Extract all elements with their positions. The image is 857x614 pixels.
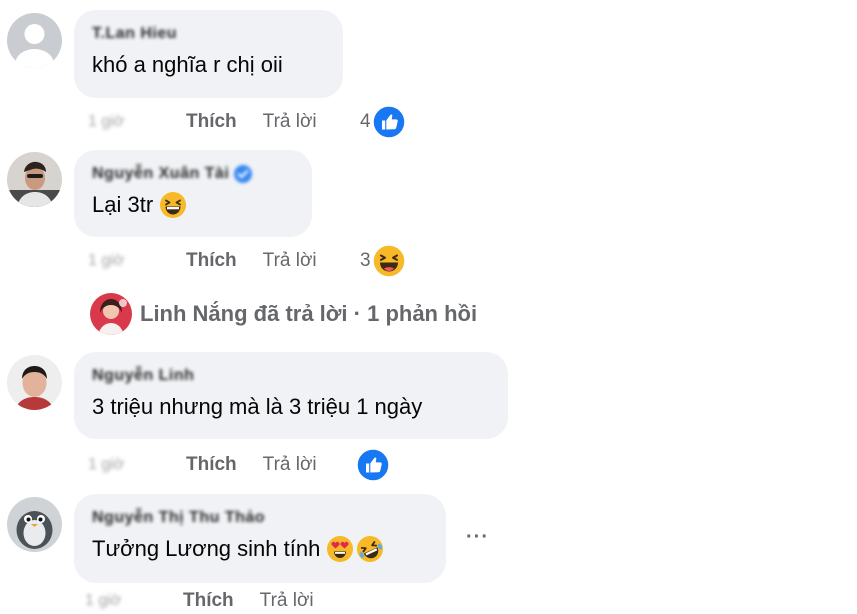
laughing-emoji-icon bbox=[160, 192, 187, 218]
comment-text-content: khó a nghĩa r chị oii bbox=[92, 52, 283, 77]
comment-time[interactable]: 1 giờ bbox=[85, 592, 155, 610]
user-photo-icon bbox=[7, 355, 62, 410]
comment-author[interactable]: T.Lan Hieu bbox=[92, 24, 325, 44]
comment-bubble: T.Lan Hieu khó a nghĩa r chị oii bbox=[74, 10, 343, 98]
user-photo-icon bbox=[7, 497, 62, 552]
avatar[interactable] bbox=[7, 13, 62, 68]
comment-text: 3 triệu nhưng mà là 3 triệu 1 ngày bbox=[92, 392, 490, 422]
comment-text: khó a nghĩa r chị oii bbox=[92, 50, 325, 80]
reply-button[interactable]: Trả lời bbox=[263, 250, 317, 272]
reply-button[interactable]: Trả lời bbox=[260, 590, 314, 612]
rofl-emoji-icon bbox=[357, 536, 384, 562]
user-photo-icon bbox=[7, 152, 62, 207]
comment-text-content: Lại 3tr bbox=[92, 192, 154, 217]
reaction-count: 4 bbox=[360, 111, 371, 132]
comment-text: Tưởng Lương sinh tính bbox=[92, 534, 428, 564]
comment-text-content: Tưởng Lương sinh tính bbox=[92, 536, 321, 561]
avatar[interactable] bbox=[7, 355, 62, 410]
comment-text-content: 3 triệu nhưng mà là 3 triệu 1 ngày bbox=[92, 394, 423, 419]
user-photo-icon bbox=[90, 293, 132, 335]
comment-actions: 1 giờ Thích Trả lời bbox=[88, 452, 317, 478]
comment-author[interactable]: Nguyễn Xuân Tài bbox=[92, 164, 294, 184]
reaction-summary[interactable]: 3 bbox=[360, 244, 406, 278]
reaction-count: 3 bbox=[360, 250, 371, 271]
view-replies-link[interactable]: Linh Nắng đã trả lời · 1 phản hồi bbox=[90, 293, 477, 335]
comment-author-name: Nguyễn Xuân Tài bbox=[92, 165, 230, 182]
reaction-summary[interactable]: 4 bbox=[360, 105, 406, 139]
haha-icon bbox=[371, 244, 406, 278]
heart-eyes-emoji-icon bbox=[327, 536, 354, 562]
comment-time[interactable]: 1 giờ bbox=[88, 113, 158, 131]
like-button[interactable]: Thích bbox=[186, 454, 237, 476]
comment-author[interactable]: Nguyễn Thị Thu Thảo bbox=[92, 508, 428, 528]
comment-actions: 1 giờ Thích Trả lời bbox=[88, 248, 317, 274]
like-icon bbox=[356, 448, 390, 482]
like-button[interactable]: Thích bbox=[186, 111, 237, 133]
avatar[interactable] bbox=[7, 152, 62, 207]
comment-actions: 1 giờ Thích Trả lời bbox=[85, 588, 314, 614]
comment-bubble: Nguyễn Thị Thu Thảo Tưởng Lương sinh tín… bbox=[74, 494, 446, 583]
reply-button[interactable]: Trả lời bbox=[263, 111, 317, 133]
reaction-summary[interactable] bbox=[356, 448, 390, 482]
verified-badge-icon bbox=[234, 165, 253, 183]
comment-bubble: Nguyễn Linh 3 triệu nhưng mà là 3 triệu … bbox=[74, 352, 508, 439]
replies-summary-text: Linh Nắng đã trả lời · 1 phản hồi bbox=[140, 301, 478, 326]
comment-author[interactable]: Nguyễn Linh bbox=[92, 366, 490, 386]
comment-bubble: Nguyễn Xuân Tài Lại 3tr bbox=[74, 150, 312, 237]
like-button[interactable]: Thích bbox=[183, 590, 234, 612]
default-avatar-icon bbox=[7, 13, 62, 68]
reply-author-avatar bbox=[90, 293, 132, 335]
comment-time[interactable]: 1 giờ bbox=[88, 456, 158, 474]
comment-actions: 1 giờ Thích Trả lời bbox=[88, 109, 317, 135]
reply-button[interactable]: Trả lời bbox=[263, 454, 317, 476]
like-icon bbox=[371, 105, 406, 139]
avatar[interactable] bbox=[7, 497, 62, 552]
comment-text: Lại 3tr bbox=[92, 190, 294, 220]
like-button[interactable]: Thích bbox=[186, 250, 237, 272]
comment-time[interactable]: 1 giờ bbox=[88, 252, 158, 270]
more-options-button[interactable]: ··· bbox=[466, 527, 496, 547]
